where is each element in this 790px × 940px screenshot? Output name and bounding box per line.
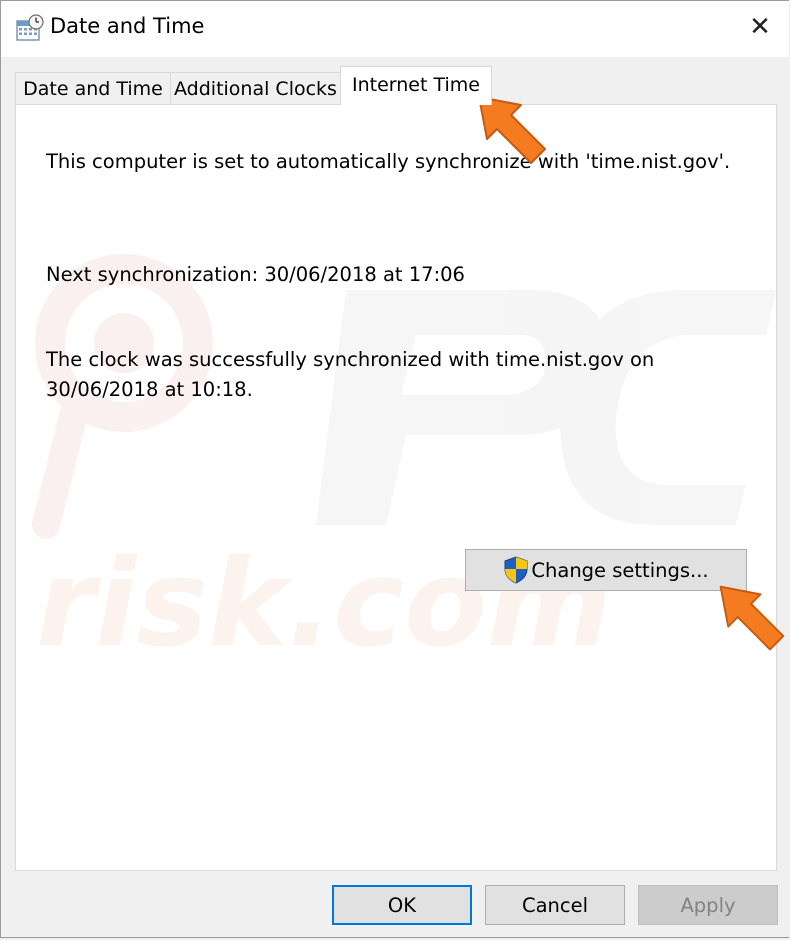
title-bar: Date and Time ✕ — [1, 1, 789, 57]
date-and-time-dialog: Date and Time ✕ Date and Time Additional… — [0, 0, 789, 938]
window-title: Date and Time — [50, 14, 205, 38]
tab-strip: Date and Time Additional Clocks Internet… — [15, 66, 775, 105]
annotation-arrow-icon — [719, 585, 785, 651]
cancel-button[interactable]: Cancel — [485, 885, 625, 925]
tab-additional-clocks[interactable]: Additional Clocks — [170, 72, 341, 104]
close-icon: ✕ — [749, 12, 771, 42]
watermark-logo: risk.com — [32, 254, 776, 674]
internet-time-panel: risk.com This computer is set to automat… — [15, 104, 777, 871]
last-sync-text-line2: 30/06/2018 at 10:18. — [46, 378, 253, 401]
last-sync-text-line1: The clock was successfully synchronized … — [46, 348, 655, 371]
tab-date-and-time[interactable]: Date and Time — [15, 72, 171, 104]
close-button[interactable]: ✕ — [735, 5, 785, 49]
uac-shield-icon — [504, 556, 528, 584]
sync-server-text: This computer is set to automatically sy… — [46, 150, 731, 173]
ok-button[interactable]: OK — [332, 885, 472, 925]
change-settings-button[interactable]: Change settings... — [465, 549, 747, 591]
next-sync-text: Next synchronization: 30/06/2018 at 17:0… — [46, 263, 465, 286]
apply-button[interactable]: Apply — [638, 885, 778, 925]
tab-internet-time[interactable]: Internet Time — [340, 66, 492, 105]
calendar-clock-icon — [16, 14, 44, 41]
change-settings-label: Change settings... — [531, 558, 709, 582]
